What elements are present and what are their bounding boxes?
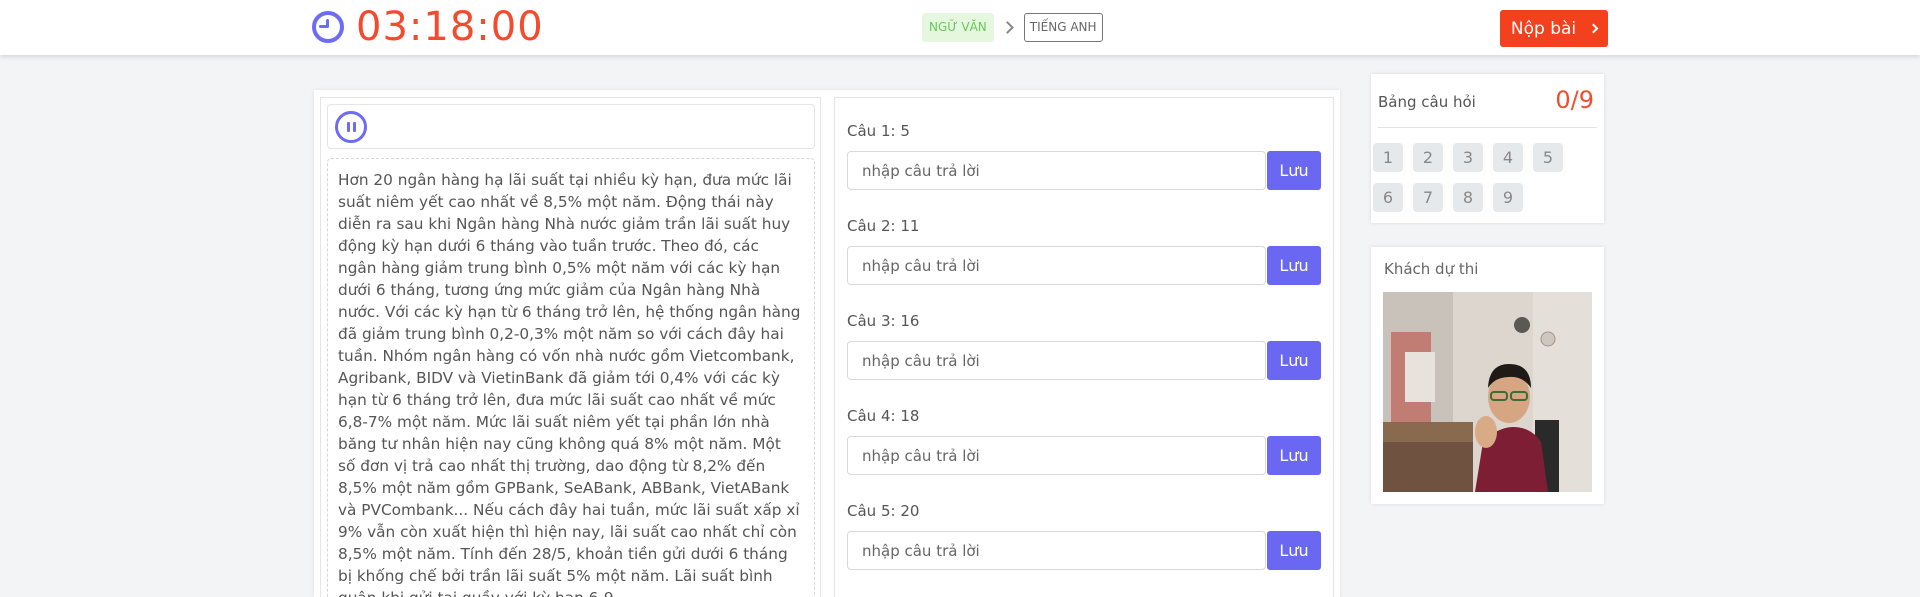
subject-tab-ngu-van[interactable]: NGỮ VĂN — [922, 13, 994, 42]
save-button-4[interactable]: Lưu — [1267, 436, 1321, 475]
chevron-right-icon — [1588, 23, 1599, 34]
question-nav-8[interactable]: 8 — [1453, 183, 1483, 212]
save-button-5[interactable]: Lưu — [1267, 531, 1321, 570]
answer-input-2[interactable] — [847, 246, 1266, 285]
answered-count: 0/9 — [1555, 86, 1594, 114]
subject-tab-tieng-anh[interactable]: TIẾNG ANH — [1023, 13, 1103, 42]
save-button-2[interactable]: Lưu — [1267, 246, 1321, 285]
question-nav-9[interactable]: 9 — [1493, 183, 1523, 212]
submit-button[interactable]: Nộp bài — [1500, 10, 1608, 47]
divider — [1378, 127, 1597, 128]
question-nav-2[interactable]: 2 — [1413, 143, 1443, 172]
question-label: Câu 4: 18 — [847, 407, 920, 425]
question-nav-5[interactable]: 5 — [1533, 143, 1563, 172]
candidate-title: Khách dự thi — [1384, 260, 1479, 278]
question-nav-6[interactable]: 6 — [1373, 183, 1403, 212]
question-board: Bảng câu hỏi 0/9 1 2 3 4 5 6 7 8 9 — [1371, 74, 1604, 223]
question-item: Câu 3: 16 Lưu — [847, 309, 1321, 380]
question-nav-1[interactable]: 1 — [1373, 143, 1403, 172]
answer-input-5[interactable] — [847, 531, 1266, 570]
subject-breadcrumb: NGỮ VĂN TIẾNG ANH — [922, 13, 1103, 42]
clock-icon — [312, 11, 344, 43]
question-label: Câu 2: 11 — [847, 217, 920, 235]
timer-countdown: 03:18:00 — [356, 4, 544, 50]
question-nav-3[interactable]: 3 — [1453, 143, 1483, 172]
question-number-grid: 1 2 3 4 5 6 7 8 9 — [1373, 143, 1605, 223]
question-nav-4[interactable]: 4 — [1493, 143, 1523, 172]
webcam-feed — [1383, 292, 1592, 492]
webcam-image — [1383, 292, 1592, 492]
submit-button-label: Nộp bài — [1510, 18, 1577, 39]
passage-text: Hơn 20 ngân hàng hạ lãi suất tại nhiều k… — [338, 171, 801, 597]
question-board-title: Bảng câu hỏi — [1378, 93, 1476, 111]
candidate-panel: Khách dự thi — [1371, 247, 1604, 504]
audio-control-bar — [327, 104, 815, 149]
exam-timer: 03:18:00 — [312, 3, 544, 51]
question-item: Câu 4: 18 Lưu — [847, 404, 1321, 475]
save-button-3[interactable]: Lưu — [1267, 341, 1321, 380]
question-label: Câu 1: 5 — [847, 122, 910, 140]
question-label: Câu 5: 20 — [847, 502, 920, 520]
answer-input-3[interactable] — [847, 341, 1266, 380]
pause-icon[interactable] — [335, 111, 367, 143]
question-label: Câu 3: 16 — [847, 312, 920, 330]
top-header: 03:18:00 NGỮ VĂN TIẾNG ANH Nộp bài — [0, 0, 1920, 55]
question-item: Câu 2: 11 Lưu — [847, 214, 1321, 285]
save-button-1[interactable]: Lưu — [1267, 151, 1321, 190]
question-item: Câu 5: 20 Lưu — [847, 499, 1321, 570]
passage-container[interactable]: Hơn 20 ngân hàng hạ lãi suất tại nhiều k… — [327, 158, 815, 597]
question-item: Câu 1: 5 Lưu — [847, 119, 1321, 190]
reading-panel: Hơn 20 ngân hàng hạ lãi suất tại nhiều k… — [320, 97, 821, 597]
question-nav-7[interactable]: 7 — [1413, 183, 1443, 212]
answer-input-4[interactable] — [847, 436, 1266, 475]
chevron-right-icon — [1000, 21, 1014, 34]
questions-panel[interactable]: Câu 1: 5 Lưu Câu 2: 11 Lưu Câu 3: 16 Lưu… — [834, 97, 1334, 597]
answer-input-1[interactable] — [847, 151, 1266, 190]
